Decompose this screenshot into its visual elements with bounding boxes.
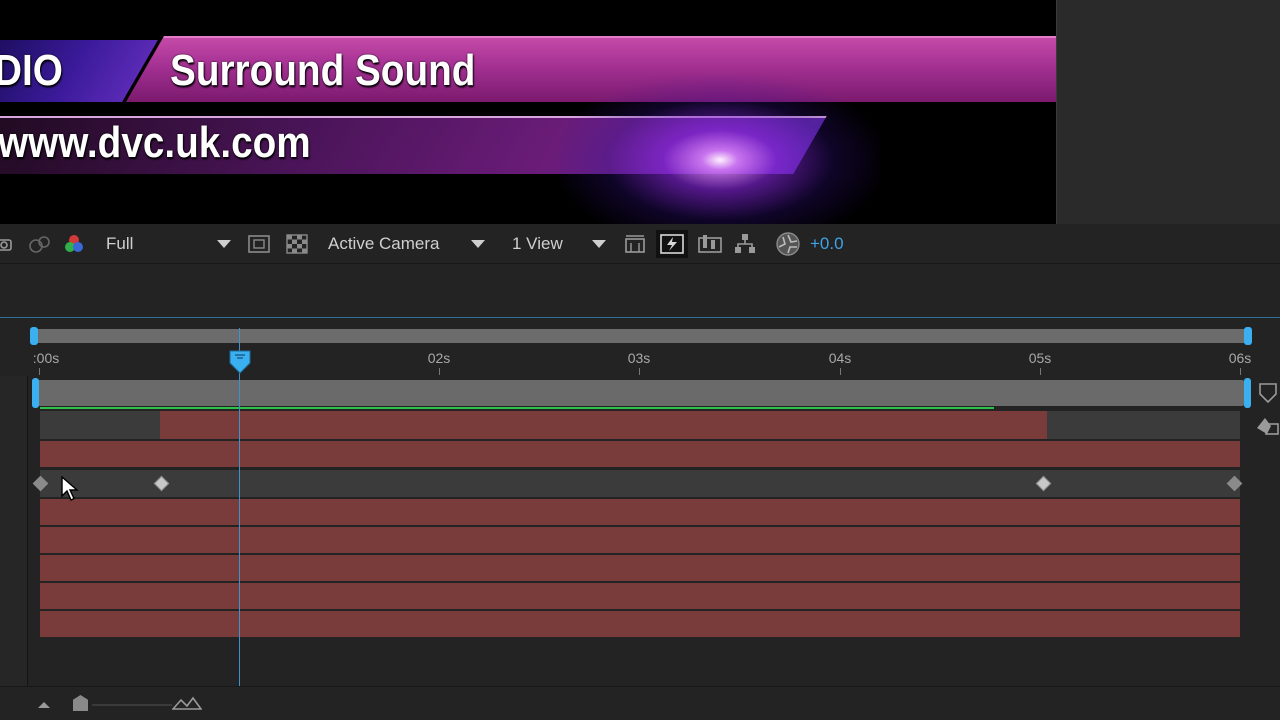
ruler-tick-label: 02s: [427, 350, 451, 366]
chevron-down-icon: [217, 240, 231, 248]
zoom-slider-track[interactable]: [92, 704, 172, 706]
ruler-tick-label: 06s: [1228, 350, 1252, 366]
toggle-pixel-aspect-icon[interactable]: [623, 224, 647, 264]
layer-track: [40, 527, 1240, 553]
timeline-toggle-icon[interactable]: [697, 224, 723, 264]
resolution-label: Full: [106, 234, 134, 253]
property-keyframe-track: [32, 470, 1243, 497]
view-layout-label: 1 View: [512, 234, 563, 253]
exposure-value-text: +0.0: [810, 234, 844, 253]
mouse-cursor-icon: [61, 475, 79, 507]
ruler-tick: [1240, 368, 1241, 375]
layer-track: [40, 555, 1240, 581]
comp-marker-bin-icon[interactable]: [1254, 380, 1280, 450]
snapshot-icon[interactable]: [0, 224, 14, 264]
lens-flare-glow: [560, 75, 880, 224]
ruler-tick: [639, 368, 640, 375]
cached-frames-indicator: [40, 407, 994, 409]
layer-track: [40, 611, 1240, 637]
chevron-down-icon: [471, 240, 485, 248]
ruler-tick-label: 03s: [627, 350, 651, 366]
layer-duration-bar[interactable]: [160, 411, 1047, 439]
keyframe[interactable]: [32, 475, 49, 492]
work-area-start-handle[interactable]: [32, 378, 39, 408]
camera-view-dropdown[interactable]: Active Camera: [328, 224, 439, 264]
chevron-down-icon: [592, 240, 606, 248]
playhead-line[interactable]: [239, 328, 240, 688]
layer-duration-bar[interactable]: [40, 555, 1240, 581]
zoom-out-icon[interactable]: [36, 696, 52, 715]
view-layout-dropdown-arrow[interactable]: [592, 224, 606, 264]
layer-duration-bar[interactable]: [40, 441, 1240, 467]
timeline-right-controls: [1254, 380, 1280, 455]
time-navigator-start-handle[interactable]: [30, 327, 38, 345]
work-area-end-handle[interactable]: [1244, 378, 1251, 408]
comp-flowchart-icon[interactable]: [733, 224, 757, 264]
keyframe[interactable]: [1035, 475, 1052, 492]
fast-previews-icon[interactable]: [656, 224, 688, 264]
playhead-icon[interactable]: [229, 349, 251, 380]
ruler-tick-label: 04s: [828, 350, 852, 366]
ruler-tick: [840, 368, 841, 375]
layer-track: [40, 583, 1240, 609]
layer-track: [40, 441, 1240, 467]
timeline-footer: [0, 686, 1280, 720]
time-navigator-end-handle[interactable]: [1244, 327, 1252, 345]
show-snapshot-icon[interactable]: [27, 224, 53, 264]
preview-title-left-text: DIO: [0, 46, 63, 95]
time-ruler[interactable]: :00s 02s 03s 04s 05s 06s: [28, 346, 1280, 376]
view-layout-dropdown[interactable]: 1 View: [512, 224, 563, 264]
color-channels-icon[interactable]: [62, 224, 86, 264]
layer-duration-bar[interactable]: [40, 583, 1240, 609]
resolution-dropdown-arrow[interactable]: [217, 224, 231, 264]
layer-duration-bar[interactable]: [40, 499, 1240, 525]
panel-divider: [0, 264, 1280, 318]
camera-view-label: Active Camera: [328, 234, 440, 253]
viewer-toolbar: Full Active Camera 1 View +0.0: [0, 224, 1280, 264]
viewer-side-panel: [1056, 0, 1280, 224]
layer-track: [40, 499, 1240, 525]
preview-title-text: Surround Sound: [170, 46, 476, 95]
ruler-tick-label: :00s: [32, 350, 60, 366]
keyframe[interactable]: [153, 475, 170, 492]
layer-track: [40, 411, 1240, 439]
ruler-tick: [1040, 368, 1041, 375]
layer-duration-bar[interactable]: [40, 611, 1240, 637]
zoom-in-icon[interactable]: [171, 695, 203, 716]
exposure-value[interactable]: +0.0: [810, 224, 844, 264]
zoom-slider-thumb[interactable]: [73, 695, 88, 711]
time-navigator-bar[interactable]: [33, 329, 1249, 343]
camera-view-dropdown-arrow[interactable]: [471, 224, 485, 264]
ruler-tick: [39, 368, 40, 375]
composition-viewer[interactable]: DIO Surround Sound www.dvc.uk.com: [0, 0, 1056, 224]
layer-switches-column: [0, 376, 28, 686]
preview-url-text: www.dvc.uk.com: [0, 118, 311, 167]
transparency-grid-icon[interactable]: [285, 224, 309, 264]
work-area-bar[interactable]: [38, 380, 1244, 406]
resolution-dropdown[interactable]: Full: [106, 224, 133, 264]
ruler-tick-label: 05s: [1028, 350, 1052, 366]
layer-duration-bar[interactable]: [40, 527, 1240, 553]
timeline-panel: :00s 02s 03s 04s 05s 06s: [0, 318, 1280, 720]
ruler-tick: [439, 368, 440, 375]
reset-exposure-icon[interactable]: [775, 224, 801, 264]
region-of-interest-icon[interactable]: [247, 224, 271, 264]
keyframe[interactable]: [1226, 475, 1243, 492]
